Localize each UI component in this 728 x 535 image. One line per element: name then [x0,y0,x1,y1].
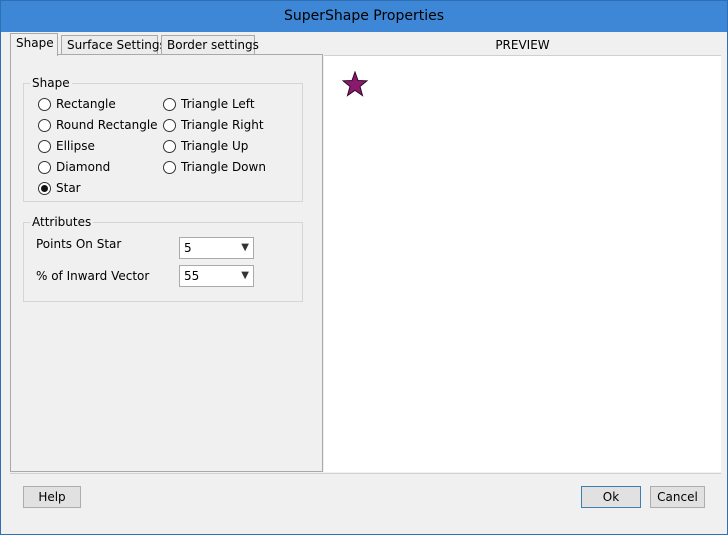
radio-ellipse[interactable]: Ellipse [38,138,95,154]
radio-diamond[interactable]: Diamond [38,159,110,175]
radio-round-rectangle[interactable]: Round Rectangle [38,117,158,133]
inward-vector-label: % of Inward Vector [36,269,150,283]
inward-vector-select[interactable]: 55 ▼ [179,265,254,287]
radio-rectangle[interactable]: Rectangle [38,96,116,112]
radio-button-icon [38,97,51,111]
radio-ellipse-label: Ellipse [56,139,95,153]
ok-button-label: Ok [602,490,620,504]
ok-button[interactable]: Ok [581,486,641,508]
tab-surface-settings[interactable]: Surface Settings [61,35,166,55]
radio-triangle-right[interactable]: Triangle Right [163,117,264,133]
shape-groupbox: Shape Rectangle Round Rectangle Ellipse … [23,76,303,202]
tab-border-settings[interactable]: Border settings [161,35,259,55]
shape-tab-panel: Shape Rectangle Round Rectangle Ellipse … [10,54,323,472]
points-on-star-value: 5 [184,241,192,255]
star-icon [342,71,368,97]
help-button-label: Help [38,490,66,504]
chevron-down-icon: ▼ [241,270,249,281]
radio-button-checked-icon [38,181,51,195]
tab-surface-settings-label: Surface Settings [67,38,166,52]
tab-shape[interactable]: Shape [10,33,58,56]
radio-rectangle-label: Rectangle [56,97,116,111]
help-button[interactable]: Help [23,486,81,508]
preview-canvas [324,55,721,472]
radio-button-icon [163,160,176,174]
radio-triangle-left-label: Triangle Left [181,97,255,111]
tab-strip: Shape Surface Settings Border settings [10,33,330,56]
radio-triangle-up[interactable]: Triangle Up [163,138,248,154]
window-title: SuperShape Properties [283,8,445,24]
tab-shape-label: Shape [16,36,54,50]
radio-triangle-up-label: Triangle Up [181,139,249,153]
radio-star-label: Star [56,181,81,195]
dialog-footer: Help Ok Cancel [10,473,721,528]
attributes-groupbox: Attributes Points On Star 5 ▼ % of Inwar… [23,215,303,302]
radio-triangle-left[interactable]: Triangle Left [163,96,255,112]
radio-triangle-down-label: Triangle Down [181,160,266,174]
radio-triangle-right-label: Triangle Right [181,118,264,132]
radio-button-icon [38,118,51,132]
cancel-button-label: Cancel [657,490,698,504]
inward-vector-value: 55 [184,269,200,283]
tab-border-settings-label: Border settings [167,38,259,52]
radio-triangle-down[interactable]: Triangle Down [163,159,266,175]
chevron-down-icon: ▼ [241,242,249,253]
preview-header: PREVIEW [495,38,550,52]
radio-button-icon [163,118,176,132]
properties-dialog: SuperShape Properties Shape Surface Sett… [0,0,728,535]
radio-star[interactable]: Star [38,180,81,196]
points-on-star-select[interactable]: 5 ▼ [179,237,254,259]
radio-diamond-label: Diamond [56,160,111,174]
shape-group-caption: Shape [30,76,72,90]
radio-button-icon [38,160,51,174]
radio-button-icon [163,97,176,111]
attributes-group-caption: Attributes [30,215,94,229]
radio-button-icon [38,139,51,153]
radio-button-icon [163,139,176,153]
preview-star-shape [342,71,368,97]
cancel-button[interactable]: Cancel [650,486,705,508]
title-bar[interactable]: SuperShape Properties [1,1,727,32]
points-on-star-label: Points On Star [36,237,122,251]
radio-round-rectangle-label: Round Rectangle [56,118,158,132]
